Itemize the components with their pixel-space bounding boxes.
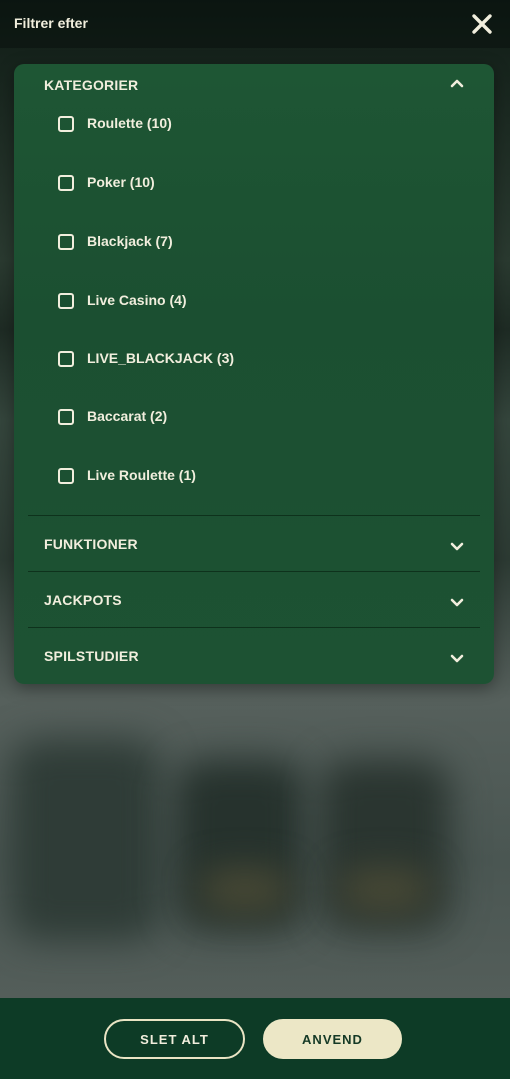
checkbox[interactable] (58, 409, 74, 425)
section-divider (28, 515, 480, 516)
chevron-up-icon (448, 75, 466, 93)
close-button[interactable] (468, 10, 496, 38)
section-label: FUNKTIONER (44, 536, 138, 552)
apply-button[interactable]: ANVEND (263, 1019, 402, 1059)
checkbox[interactable] (58, 293, 74, 309)
filter-option-roulette[interactable]: Roulette (10) (58, 113, 398, 139)
close-icon (472, 14, 492, 34)
option-label: Live Roulette (1) (87, 467, 196, 483)
checkbox[interactable] (58, 351, 74, 367)
page-title: Filtrer efter (14, 15, 88, 31)
chevron-down-icon (448, 537, 466, 555)
checkbox[interactable] (58, 234, 74, 250)
option-label: Baccarat (2) (87, 408, 168, 424)
background-blur (10, 740, 160, 940)
filter-header: Filtrer efter (0, 0, 510, 48)
section-header-funktioner[interactable]: FUNKTIONER (28, 524, 480, 564)
section-header-jackpots[interactable]: JACKPOTS (28, 580, 480, 620)
section-label: KATEGORIER (44, 77, 139, 93)
section-header-spilstudier[interactable]: SPILSTUDIER (28, 636, 480, 676)
section-divider (28, 627, 480, 628)
option-label: Poker (10) (87, 174, 155, 190)
filter-option-poker[interactable]: Poker (10) (58, 172, 398, 198)
filter-option-live-casino[interactable]: Live Casino (4) (58, 290, 398, 316)
section-label: SPILSTUDIER (44, 648, 139, 664)
filter-option-live-roulette[interactable]: Live Roulette (1) (58, 465, 398, 491)
section-label: JACKPOTS (44, 592, 122, 608)
filter-screen: Filtrer efter KATEGORIER Roulette (10) P… (0, 0, 510, 1079)
option-label: Blackjack (7) (87, 233, 173, 249)
background-blur (340, 870, 430, 910)
chevron-down-icon (448, 593, 466, 611)
filter-option-live-blackjack[interactable]: LIVE_BLACKJACK (3) (58, 348, 398, 374)
option-label: Live Casino (4) (87, 292, 187, 308)
filter-footer: SLET ALT ANVEND (0, 998, 510, 1079)
filter-option-baccarat[interactable]: Baccarat (2) (58, 406, 398, 432)
filter-panel: KATEGORIER Roulette (10) Poker (10) Blac… (14, 64, 494, 684)
clear-all-button[interactable]: SLET ALT (104, 1019, 245, 1059)
checkbox[interactable] (58, 175, 74, 191)
option-label: Roulette (10) (87, 115, 172, 131)
section-divider (28, 571, 480, 572)
checkbox[interactable] (58, 116, 74, 132)
background-blur (200, 870, 290, 910)
checkbox[interactable] (58, 468, 74, 484)
section-header-kategorier[interactable]: KATEGORIER (28, 64, 480, 104)
chevron-down-icon (448, 649, 466, 667)
filter-option-blackjack[interactable]: Blackjack (7) (58, 231, 398, 257)
option-label: LIVE_BLACKJACK (3) (87, 350, 235, 366)
